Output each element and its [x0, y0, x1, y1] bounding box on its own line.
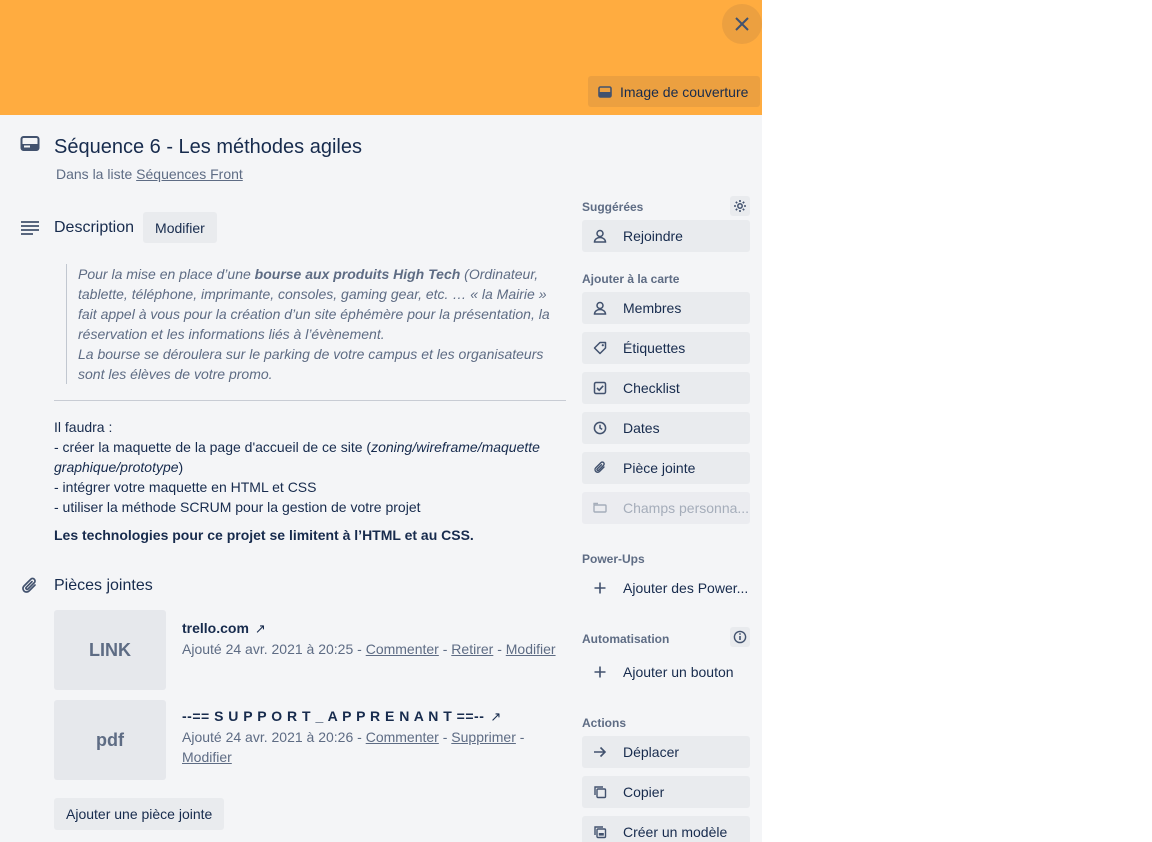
attachments-heading: Pièces jointes	[54, 577, 153, 594]
card-title[interactable]: Séquence 6 - Les méthodes agiles	[54, 136, 362, 159]
external-link-icon[interactable]: ↗	[490, 709, 501, 724]
card-detail-window: Image de couverture Séquence 6 - Les mét…	[0, 0, 762, 842]
desc-line-suffix: )	[178, 459, 184, 475]
dates-button[interactable]: Dates	[582, 412, 750, 444]
cover-button-label: Image de couverture	[620, 83, 749, 100]
description-header: Description Modifier	[20, 212, 217, 243]
custom-fields-icon	[592, 502, 608, 514]
automation-label: Automatisation	[582, 632, 670, 646]
delete-link[interactable]: Supprimer	[451, 729, 516, 745]
card-title-icon-wrap	[20, 135, 40, 153]
custom-fields-button[interactable]: Champs personna...	[582, 492, 750, 524]
settings-button[interactable]	[730, 196, 750, 216]
copy-icon	[592, 785, 608, 799]
card-icon	[20, 135, 40, 153]
comment-link[interactable]: Commenter	[366, 729, 439, 745]
in-list-prefix: Dans la liste	[56, 166, 133, 182]
cover-image-button[interactable]: Image de couverture	[588, 76, 761, 107]
plus-icon	[592, 582, 608, 594]
quote-text-3: La bourse se déroulera sur le parking de…	[78, 346, 544, 382]
description-body: Il faudra : - créer la maquette de la pa…	[54, 417, 564, 545]
external-link-icon[interactable]: ↗	[255, 621, 266, 636]
edit-link[interactable]: Modifier	[506, 641, 556, 657]
make-template-button[interactable]: Créer un modèle	[582, 816, 750, 842]
powerups-label: Power-Ups	[582, 552, 645, 566]
attachment-date: Ajouté 24 avr. 2021 à 20:25	[182, 641, 354, 657]
attachment-name[interactable]: trello.com	[182, 620, 249, 636]
add-button-button[interactable]: Ajouter un bouton	[582, 656, 750, 688]
description-icon	[20, 220, 40, 236]
attachment-thumbnail[interactable]: pdf	[54, 700, 166, 780]
desc-line: Il faudra :	[54, 419, 113, 435]
attachment-button[interactable]: Pièce jointe	[582, 452, 750, 484]
edit-link[interactable]: Modifier	[182, 749, 232, 765]
copy-label: Copier	[623, 784, 665, 800]
person-icon	[592, 229, 608, 243]
checklist-label: Checklist	[623, 380, 680, 396]
add-to-card-label: Ajouter à la carte	[582, 272, 680, 286]
card-cover-icon	[598, 85, 612, 98]
close-button[interactable]	[722, 4, 762, 44]
description-divider	[54, 400, 566, 401]
members-label: Membres	[623, 300, 682, 316]
attachment-date: Ajouté 24 avr. 2021 à 20:26	[182, 729, 354, 745]
attachment-thumbnail[interactable]: LINK	[54, 610, 166, 690]
desc-line: - créer la maquette de la page d'accueil…	[54, 437, 564, 477]
quote-text-1: Pour la mise en place d’une	[78, 266, 255, 282]
info-icon	[733, 630, 747, 644]
plus-icon	[592, 666, 608, 678]
move-button[interactable]: Déplacer	[582, 736, 750, 768]
attachment-info: trello.com ↗ Ajouté 24 avr. 2021 à 20:25 …	[182, 620, 556, 657]
add-button-label: Ajouter un bouton	[623, 664, 734, 680]
suggested-label: Suggérées	[582, 200, 644, 214]
card-cover: Image de couverture	[0, 0, 762, 115]
desc-bold-line: Les technologies pour ce projet se limit…	[54, 527, 474, 543]
gear-icon	[733, 199, 747, 213]
desc-line: - intégrer votre maquette en HTML et CSS	[54, 479, 317, 495]
add-powerups-label: Ajouter des Power...	[623, 580, 749, 596]
description-quote: Pour la mise en place d’une bourse aux p…	[66, 264, 568, 384]
attachment-label: Pièce jointe	[623, 460, 696, 476]
labels-button[interactable]: Étiquettes	[582, 332, 750, 364]
checklist-button[interactable]: Checklist	[582, 372, 750, 404]
paperclip-icon	[20, 576, 40, 596]
add-attachment-button[interactable]: Ajouter une pièce jointe	[54, 798, 225, 830]
description-heading: Description	[54, 218, 135, 236]
join-button[interactable]: Rejoindre	[582, 220, 750, 252]
attachments-header: Pièces jointes	[20, 576, 153, 596]
desc-line: - utiliser la méthode SCRUM pour la gest…	[54, 499, 421, 515]
template-icon	[592, 825, 608, 839]
label-tag-icon	[592, 341, 608, 355]
comment-link[interactable]: Commenter	[366, 641, 439, 657]
quote-bold: bourse aux produits High Tech	[254, 266, 461, 282]
join-label: Rejoindre	[623, 228, 683, 244]
paperclip-icon	[592, 461, 608, 475]
add-powerups-button[interactable]: Ajouter des Power...	[582, 572, 750, 604]
desc-line-prefix: - créer la maquette de la page d'accueil…	[54, 439, 372, 455]
attachment-info: --== S U P P O R T _ A P P R E N A N T =…	[182, 708, 525, 765]
arrow-right-icon	[592, 746, 608, 758]
clock-icon	[592, 421, 608, 435]
move-label: Déplacer	[623, 744, 680, 760]
labels-label: Étiquettes	[623, 340, 686, 356]
automation-info-button[interactable]	[730, 627, 750, 647]
card-list-info: Dans la liste Séquences Front	[56, 166, 243, 182]
dates-label: Dates	[623, 420, 660, 436]
close-icon	[735, 17, 749, 31]
members-button[interactable]: Membres	[582, 292, 750, 324]
actions-label: Actions	[582, 716, 627, 730]
list-link[interactable]: Séquences Front	[136, 166, 243, 182]
person-icon	[592, 301, 608, 315]
custom-fields-label: Champs personna...	[623, 500, 750, 516]
remove-link[interactable]: Retirer	[451, 641, 493, 657]
copy-button[interactable]: Copier	[582, 776, 750, 808]
make-template-label: Créer un modèle	[623, 824, 728, 840]
checkbox-icon	[592, 381, 608, 395]
attachment-name[interactable]: --== S U P P O R T _ A P P R E N A N T =…	[182, 708, 484, 724]
edit-description-button[interactable]: Modifier	[143, 212, 217, 243]
